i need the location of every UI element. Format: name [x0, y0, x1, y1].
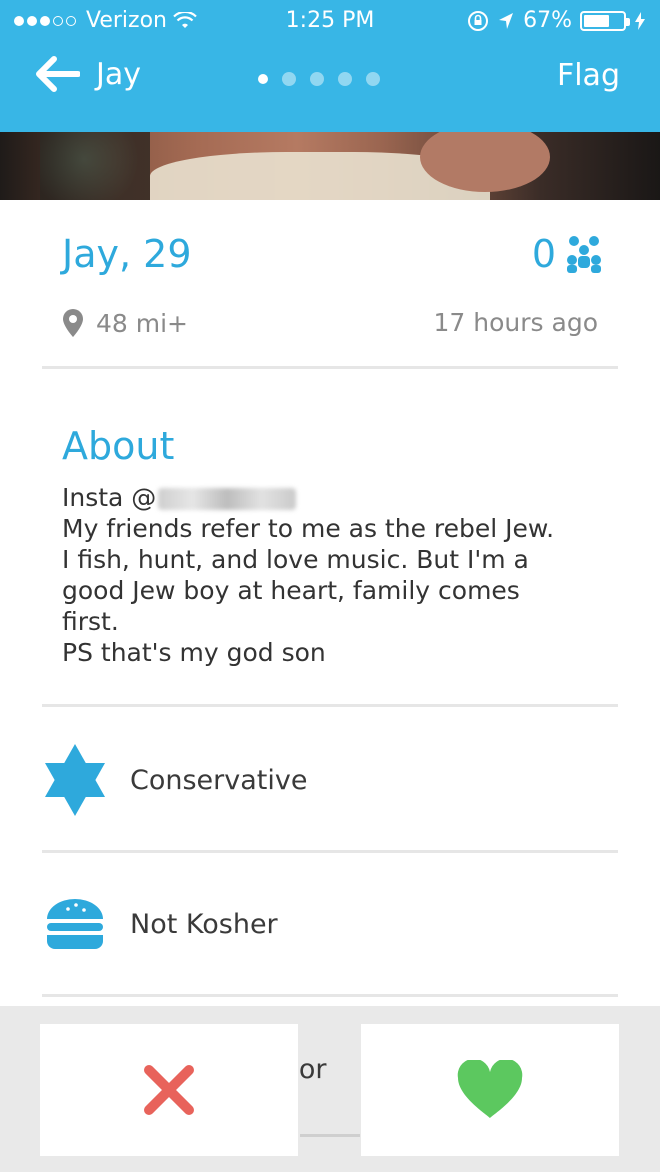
- nav-bar: Jay Flag: [0, 44, 660, 132]
- battery-percent: 67%: [523, 8, 572, 33]
- back-arrow-icon: [36, 56, 80, 92]
- divider: [300, 1134, 360, 1137]
- about-line: I fish, hunt, and love music. But I'm a: [62, 545, 529, 574]
- last-active-text: 17 hours ago: [433, 308, 598, 337]
- location-pin-icon: [63, 309, 83, 337]
- about-line: first.: [62, 607, 119, 636]
- like-count: 0: [532, 232, 604, 276]
- top-bar: Verizon 1:25 PM 67% Jay Flag: [0, 0, 660, 132]
- rotation-lock-icon: [468, 10, 489, 31]
- x-icon: [144, 1065, 194, 1115]
- status-right: 67%: [467, 8, 646, 33]
- back-label: Jay: [96, 56, 141, 92]
- location-arrow-icon: [499, 12, 514, 29]
- divider: [42, 850, 618, 853]
- about-line-insta: Insta @: [62, 482, 602, 513]
- about-line: good Jew boy at heart, family comes: [62, 576, 520, 605]
- about-heading: About: [62, 424, 175, 468]
- profile-photo[interactable]: [0, 132, 660, 200]
- pager-dot[interactable]: [366, 72, 380, 86]
- location: 48 mi+: [62, 308, 188, 338]
- about-line: PS that's my god son: [62, 638, 326, 667]
- charging-bolt-icon: [635, 11, 645, 30]
- divider: [42, 704, 618, 707]
- divider: [42, 366, 618, 369]
- attribute-kosher: Not Kosher: [42, 884, 618, 964]
- heart-icon: [457, 1060, 523, 1118]
- pager-dot[interactable]: [310, 72, 324, 86]
- about-line: My friends refer to me as the rebel Jew.: [62, 514, 555, 543]
- divider: [42, 994, 618, 997]
- burger-icon: [47, 899, 103, 949]
- distance-text: 48 mi+: [96, 308, 189, 338]
- action-bar: Cor: [0, 1006, 660, 1172]
- profile-name-age: Jay, 29: [62, 232, 192, 276]
- redacted-handle: [158, 488, 297, 510]
- photo-pager[interactable]: [258, 72, 380, 86]
- pager-dot[interactable]: [282, 72, 296, 86]
- attribute-label: Not Kosher: [130, 908, 278, 940]
- like-count-value: 0: [531, 232, 556, 276]
- status-bar: Verizon 1:25 PM 67%: [0, 0, 660, 44]
- star-of-david-icon: [45, 744, 105, 816]
- battery-icon: [580, 10, 630, 31]
- attribute-denomination: Conservative: [42, 740, 618, 820]
- group-icon: [567, 236, 601, 273]
- pager-dot[interactable]: [338, 72, 352, 86]
- flag-button[interactable]: Flag: [557, 58, 620, 93]
- about-text: Insta @ My friends refer to me as the re…: [62, 482, 602, 668]
- attribute-label: Conservative: [130, 764, 308, 796]
- pass-button[interactable]: [40, 1024, 298, 1156]
- pager-dot[interactable]: [258, 74, 268, 84]
- battery-fill: [584, 14, 609, 27]
- back-button[interactable]: Jay: [34, 56, 141, 92]
- like-button[interactable]: [361, 1024, 619, 1156]
